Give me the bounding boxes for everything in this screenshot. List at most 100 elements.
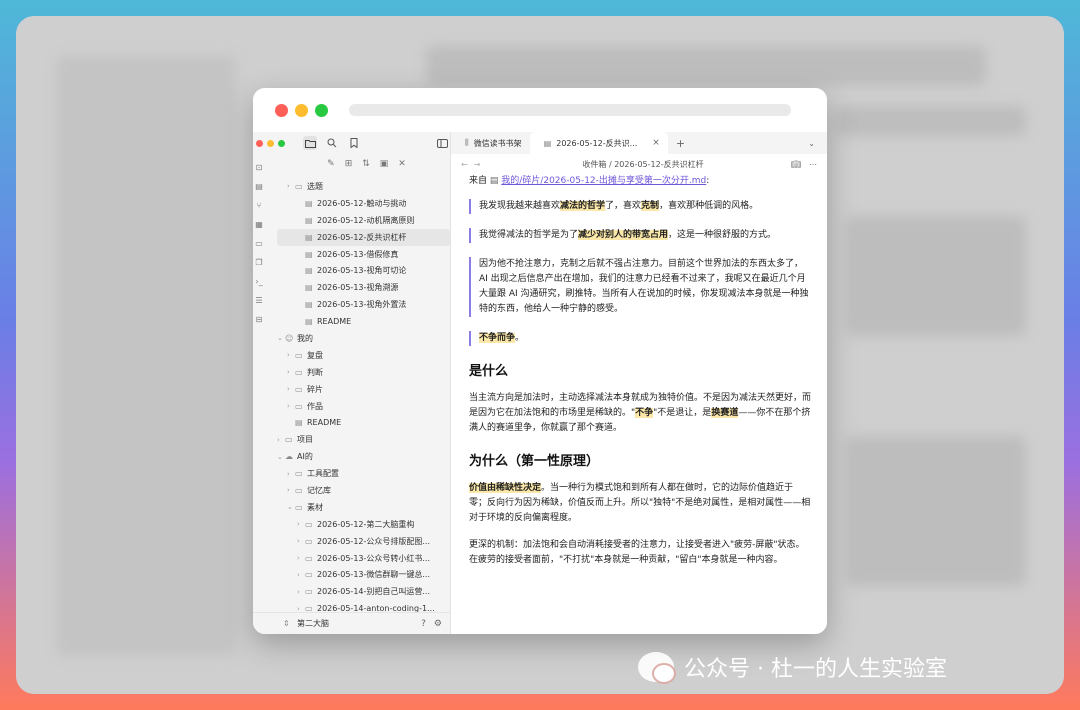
tree-file-item[interactable]: ▤ 2026-05-13-视角外置法 xyxy=(277,296,450,313)
chevron-right-icon: › xyxy=(297,570,300,579)
tree-folder-item[interactable]: › ▭ 2026-05-13-公众号转小红书... xyxy=(277,550,450,567)
watermark: 公众号 · 杜一的人生实验室 xyxy=(638,651,947,684)
tree-folder-item[interactable]: › ▭ 复盘 xyxy=(277,347,450,364)
file-icon: ▤ xyxy=(305,249,313,259)
quote-text: 了，喜欢 xyxy=(605,201,642,211)
vault-switcher[interactable]: ⇕ 第二大脑 ? ⚙ xyxy=(253,612,450,634)
close-window-button[interactable] xyxy=(275,103,288,117)
sidebar-toggle-icon[interactable] xyxy=(435,136,449,150)
new-folder-icon[interactable]: ⊞ xyxy=(345,159,353,169)
breadcrumb-folder[interactable]: 收件箱 xyxy=(582,160,606,169)
calendar-icon[interactable]: ▭ xyxy=(255,234,263,253)
source-colon: : xyxy=(706,176,710,186)
file-icon: ▤ xyxy=(305,300,313,310)
folder-icon: ▭ xyxy=(305,536,313,546)
tree-folder-item[interactable]: › ▭ 作品 xyxy=(277,398,450,415)
tree-item-label: 2026-05-12-反共识杠杆 xyxy=(317,232,407,242)
folder-icon[interactable] xyxy=(303,136,317,150)
help-icon[interactable]: ? xyxy=(421,619,426,629)
vault-chevron-icon: ⇕ xyxy=(283,619,290,628)
source-link[interactable]: 我的/碎片/2026-05-12-出摊与享受第一次分开.md xyxy=(501,176,706,186)
tab-list-chevron-icon[interactable]: ⌄ xyxy=(808,139,815,148)
chevron-right-icon: › xyxy=(287,385,290,394)
tree-file-item[interactable]: ▤ README xyxy=(277,313,450,330)
file-icon[interactable]: ▤ xyxy=(255,177,263,196)
sort-icon[interactable]: ⇅ xyxy=(362,159,370,169)
tree-file-item[interactable]: ▤ 2026-05-13-视角可切论 xyxy=(277,262,450,279)
book-icon[interactable]: ⊟ xyxy=(256,310,263,329)
tree-folder-item[interactable]: ⌄ ▭ 素材 xyxy=(277,499,450,516)
left-ribbon: ⊡ ▤ ⑂ ▦ ▭ ❐ ›_ ☰ ⊟ xyxy=(253,154,265,634)
collapse-panel-icon[interactable]: ▣ xyxy=(380,159,389,169)
quote-block-4: 不争而争。 xyxy=(469,331,811,346)
graph-icon[interactable]: ⑂ xyxy=(257,196,262,215)
tree-item-label: 2026-05-13-借假修真 xyxy=(317,249,399,259)
tree-item-label: README xyxy=(317,317,352,327)
tree-folder-item[interactable]: › ▭ 项目 xyxy=(277,431,450,448)
tree-folder-item[interactable]: › ▭ 工具配置 xyxy=(277,465,450,482)
copy-icon[interactable]: ❐ xyxy=(255,253,262,272)
search-icon[interactable] xyxy=(325,136,339,150)
app-maximize-dot[interactable] xyxy=(278,139,285,147)
new-tab-icon[interactable]: + xyxy=(676,137,685,150)
tree-file-item[interactable]: ▤ 2026-05-12-触动与挑动 xyxy=(277,195,450,212)
tree-item-label: 碎片 xyxy=(307,384,323,394)
minimize-window-button[interactable] xyxy=(295,103,308,117)
tree-item-label: 记忆库 xyxy=(307,485,331,495)
tree-file-item[interactable]: ▤ 2026-05-12-反共识杠杆 xyxy=(277,228,450,246)
tree-folder-item[interactable]: › ▭ 选题 xyxy=(277,178,450,195)
tree-folder-item[interactable]: › ▭ 碎片 xyxy=(277,381,450,398)
file-icon: ▤ xyxy=(305,232,313,242)
tree-folder-item[interactable]: ⌄ ☁ AI的 xyxy=(277,448,450,465)
highlight: 克制 xyxy=(641,201,660,211)
folder-icon: ▭ xyxy=(295,485,303,495)
folder-icon: ▭ xyxy=(295,384,303,394)
tree-item-label: 判断 xyxy=(307,367,323,377)
tree-folder-item[interactable]: › ▭ 判断 xyxy=(277,364,450,381)
quote-text: ，喜欢那种低调的风格。 xyxy=(659,201,759,211)
new-note-icon[interactable]: ✎ xyxy=(327,159,335,169)
paragraph-why: 价值由稀缺性决定。当一种行为模式饱和到所有人都在做时，它的边际价值趋近于零；反向… xyxy=(469,481,811,526)
grid-icon[interactable]: ▦ xyxy=(255,215,263,234)
list-icon[interactable]: ☰ xyxy=(255,291,262,310)
breadcrumb-file[interactable]: 2026-05-12-反共识杠杆 xyxy=(614,160,703,169)
settings-gear-icon[interactable]: ⚙ xyxy=(434,619,442,629)
close-tab-icon[interactable]: × xyxy=(652,138,660,148)
tree-folder-item[interactable]: › ▭ 2026-05-12-第二大脑重构 xyxy=(277,516,450,533)
terminal-icon[interactable]: ›_ xyxy=(255,272,262,291)
paragraph-what: 当主流方向是加法时，主动选择减法本身就成为独特价值。不是因为减法天然更好，而是因… xyxy=(469,391,811,436)
bot-icon[interactable]: ⊡ xyxy=(256,158,263,177)
collapse-all-icon[interactable]: ✕ xyxy=(398,159,406,169)
app-close-dot[interactable] xyxy=(256,139,263,147)
tree-file-item[interactable]: ▤ 2026-05-13-视角溯源 xyxy=(277,279,450,296)
tree-file-item[interactable]: ▤ 2026-05-12-动机隔离原则 xyxy=(277,212,450,229)
tree-item-label: 2026-05-13-公众号转小红书... xyxy=(317,553,431,563)
reading-view-icon[interactable]: 📖︎ xyxy=(791,160,801,169)
tree-folder-item[interactable]: › ▭ 记忆库 xyxy=(277,482,450,499)
tab-weread-shelf[interactable]: ⫼ 微信读书书架 xyxy=(451,132,530,154)
highlight: 价值由稀缺性决定 xyxy=(469,483,542,493)
tree-folder-item[interactable]: › ▭ 2026-05-13-微信群聊一键总... xyxy=(277,566,450,583)
back-arrow-icon[interactable]: ← xyxy=(461,160,474,169)
tree-folder-item[interactable]: › ▭ 2026-05-14-别把自己叫运营... xyxy=(277,583,450,600)
tree-item-label: 2026-05-13-视角可切论 xyxy=(317,266,407,276)
tree-file-item[interactable]: ▤ README xyxy=(277,414,450,431)
tree-item-label: 我的 xyxy=(297,333,313,343)
address-bar[interactable] xyxy=(349,104,791,116)
source-line: 来自 ▤ 我的/碎片/2026-05-12-出摊与享受第一次分开.md: xyxy=(469,174,811,189)
app-minimize-dot[interactable] xyxy=(267,139,274,147)
tree-folder-item[interactable]: › ▭ 2026-05-12-公众号排版配图... xyxy=(277,533,450,550)
tree-file-item[interactable]: ▤ 2026-05-13-借假修真 xyxy=(277,246,450,263)
tree-folder-item[interactable]: ⌄ ☺ 我的 xyxy=(277,330,450,347)
breadcrumb-separator: / xyxy=(608,159,612,169)
tab-active-note[interactable]: ▤ 2026-05-12-反共识... × xyxy=(529,132,668,154)
chevron-right-icon: › xyxy=(287,469,290,478)
folder-icon: ▭ xyxy=(295,181,303,191)
bookmark-icon[interactable] xyxy=(347,136,361,150)
highlight: 换赛道 xyxy=(711,408,739,418)
maximize-window-button[interactable] xyxy=(315,103,328,117)
user-icon: ☺ xyxy=(285,333,294,343)
more-options-icon[interactable]: ⋯ xyxy=(809,160,817,169)
chevron-right-icon: › xyxy=(287,402,290,411)
forward-arrow-icon[interactable]: → xyxy=(474,160,487,169)
